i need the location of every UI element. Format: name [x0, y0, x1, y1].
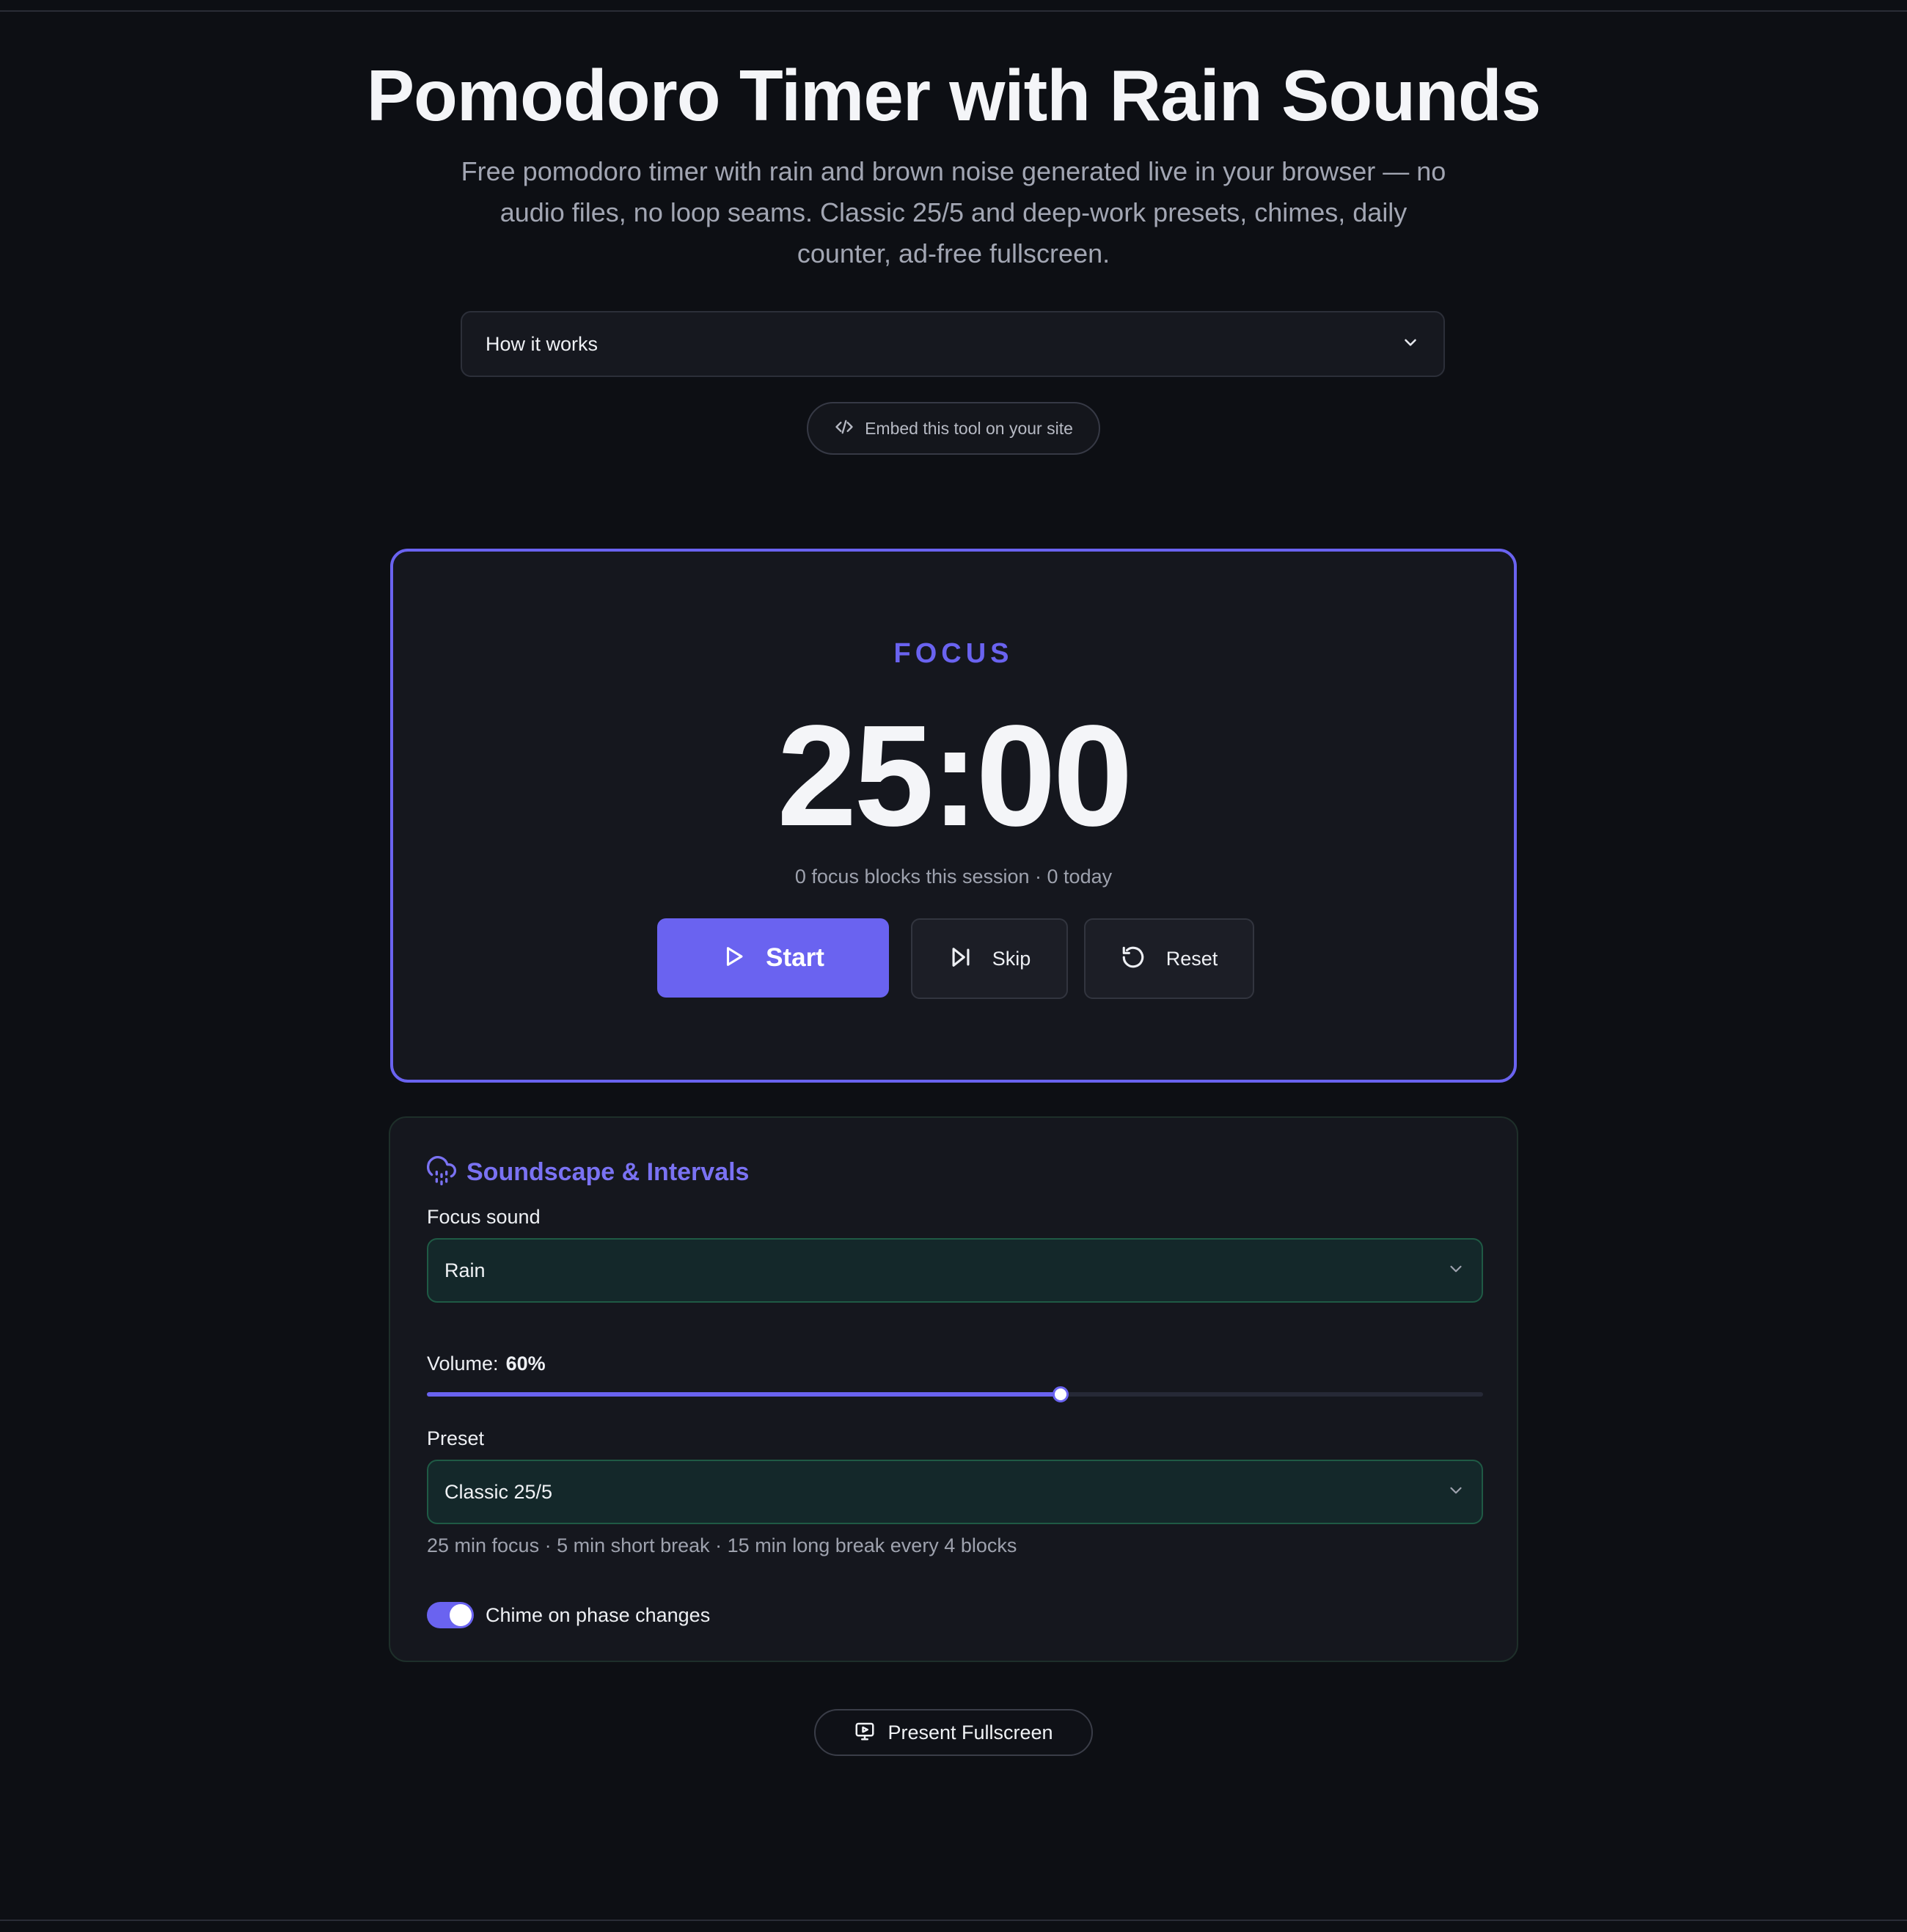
present-label: Present Fullscreen [887, 1721, 1053, 1743]
timer-card: FOCUS 25:00 0 focus blocks this session … [390, 549, 1517, 1083]
phase-label: FOCUS [893, 638, 1014, 669]
focus-sound-value: Rain [444, 1259, 486, 1281]
reset-icon [1121, 945, 1146, 973]
page-subtitle: Free pomodoro timer with rain and brown … [461, 156, 1446, 268]
timer-display: 25:00 [777, 695, 1132, 856]
focus-sound-label: Focus sound [427, 1206, 541, 1228]
play-icon [722, 944, 747, 973]
skip-label: Skip [992, 947, 1031, 970]
code-icon [834, 417, 854, 441]
chevron-down-icon [1446, 1481, 1465, 1504]
chevron-down-icon [1446, 1259, 1465, 1282]
start-label: Start [766, 943, 824, 972]
preset-description: 25 min focus · 5 min short break · 15 mi… [427, 1534, 1017, 1556]
reset-button[interactable]: Reset [1084, 918, 1254, 999]
reset-label: Reset [1165, 947, 1218, 970]
soundscape-header: Soundscape & Intervals [426, 1156, 750, 1189]
focus-sound-select[interactable]: Rain [427, 1238, 1483, 1303]
how-it-works-label: How it works [486, 332, 599, 355]
soundscape-card: Soundscape & Intervals Focus sound Rain … [389, 1116, 1518, 1662]
embed-tool-button[interactable]: Embed this tool on your site [807, 402, 1100, 455]
volume-slider[interactable] [427, 1386, 1483, 1402]
preset-value: Classic 25/5 [444, 1480, 553, 1503]
how-it-works-accordion[interactable]: How it works [461, 311, 1445, 377]
focus-block-counter: 0 focus blocks this session · 0 today [794, 866, 1113, 888]
present-fullscreen-button[interactable]: Present Fullscreen [814, 1709, 1093, 1756]
toggle-knob [450, 1604, 472, 1626]
volume-thumb[interactable] [1053, 1386, 1069, 1402]
skip-button[interactable]: Skip [911, 918, 1068, 999]
embed-label: Embed this tool on your site [865, 418, 1073, 438]
page-title: Pomodoro Timer with Rain Sounds [366, 55, 1542, 136]
preset-label: Preset [427, 1427, 485, 1449]
top-divider [0, 10, 1907, 12]
chevron-down-icon [1401, 333, 1420, 356]
chime-toggle[interactable] [427, 1602, 474, 1628]
volume-value: 60% [505, 1353, 546, 1375]
cloud-rain-icon [426, 1156, 457, 1189]
start-button[interactable]: Start [657, 918, 889, 998]
chime-label: Chime on phase changes [486, 1603, 711, 1626]
bottom-divider [0, 1920, 1907, 1921]
presentation-icon [854, 1720, 876, 1746]
chime-toggle-row: Chime on phase changes [427, 1602, 710, 1628]
skip-forward-icon [948, 945, 973, 973]
volume-label-row: Volume: 60% [427, 1353, 546, 1375]
volume-label: Volume: [427, 1353, 499, 1375]
preset-select[interactable]: Classic 25/5 [427, 1460, 1483, 1524]
volume-fill [427, 1392, 1061, 1397]
soundscape-title: Soundscape & Intervals [466, 1158, 750, 1186]
